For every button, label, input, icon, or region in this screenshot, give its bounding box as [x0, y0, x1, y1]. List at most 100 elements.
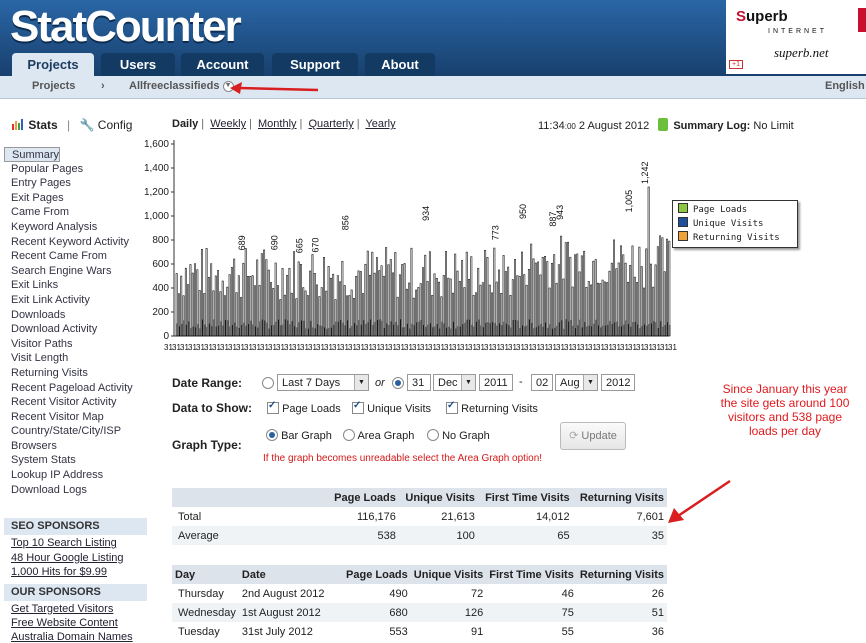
no-graph-radio[interactable]: No Graph	[427, 429, 490, 442]
bar	[434, 326, 436, 336]
bar	[427, 324, 429, 336]
page-loads-checkbox[interactable]: Page Loads	[267, 400, 341, 415]
cell: 55	[561, 625, 574, 638]
period-quarterly[interactable]: Quarterly	[308, 118, 353, 130]
table-row: Total 116,176 21,613 14,012 7,601	[172, 507, 667, 526]
area-graph-radio[interactable]: Area Graph	[343, 429, 414, 442]
bar	[410, 247, 413, 337]
y-tick-label: 1,200	[144, 187, 169, 198]
to-year-input[interactable]: 2012	[601, 374, 635, 391]
sidebar-item-exit-link-activity[interactable]: Exit Link Activity	[4, 293, 147, 308]
tab-about[interactable]: About	[365, 53, 435, 76]
sidebar-item-recent-pageload-activity[interactable]: Recent Pageload Activity	[4, 381, 147, 396]
sidebar-item-keyword-analysis[interactable]: Keyword Analysis	[4, 220, 147, 235]
our-sponsor-link[interactable]: Get Targeted Visitors	[11, 603, 113, 615]
to-month-select[interactable]: Aug ▼	[555, 374, 598, 391]
sidebar-item-lookup-ip-address[interactable]: Lookup IP Address	[4, 468, 147, 483]
sidebar-item-returning-visits[interactable]: Returning Visits	[4, 366, 147, 381]
project-name[interactable]: Allfreeclassifieds ▼	[129, 80, 234, 92]
bar	[347, 320, 348, 336]
sidebar-item-popular-pages[interactable]: Popular Pages	[4, 162, 147, 177]
sidebar-item-entry-pages[interactable]: Entry Pages	[4, 176, 147, 191]
custom-range-radio[interactable]	[392, 377, 404, 389]
bar	[537, 261, 540, 337]
tab-projects[interactable]: Projects	[12, 53, 94, 78]
visits-bar-chart: 1,600 1,400 1,200 1,000 800 600 400 200 0 1,242 1,…	[144, 139, 677, 352]
chevron-down-icon: ▼	[461, 375, 475, 390]
sidebar-item-visitor-paths[interactable]: Visitor Paths	[4, 337, 147, 352]
seo-sponsor-link[interactable]: 48 Hour Google Listing	[11, 552, 124, 564]
sidebar-item-recent-visitor-activity[interactable]: Recent Visitor Activity	[4, 395, 147, 410]
bar	[478, 319, 480, 336]
tab-users[interactable]: Users	[101, 53, 175, 76]
bar	[662, 326, 664, 336]
bar	[637, 324, 639, 336]
sidebar-item-browsers[interactable]: Browsers	[4, 439, 147, 454]
legend-swatch	[678, 231, 688, 241]
data-label: 1,242	[640, 161, 650, 184]
bar	[519, 327, 521, 336]
bar	[657, 327, 659, 336]
to-day-input[interactable]: 02	[531, 374, 553, 391]
sidebar-item-recent-visitor-map[interactable]: Recent Visitor Map	[4, 410, 147, 425]
sidebar-item-download-activity[interactable]: Download Activity	[4, 322, 147, 337]
superb-internet-ad[interactable]: Superb INTERNET superb.net +1	[726, 0, 866, 74]
from-year-input[interactable]: 2011	[479, 374, 513, 391]
from-month-select[interactable]: Dec ▼	[433, 374, 476, 391]
preset-range-select[interactable]: Last 7 Days ▼	[277, 374, 369, 391]
bar	[323, 257, 325, 337]
bar	[305, 328, 307, 336]
sidebar-item-downloads[interactable]: Downloads	[4, 308, 147, 323]
language-select[interactable]: English	[825, 80, 865, 92]
bar	[462, 324, 464, 336]
tab-account[interactable]: Account	[181, 53, 264, 76]
range-dash: -	[519, 376, 523, 388]
sidebar-item-download-logs[interactable]: Download Logs	[4, 483, 147, 498]
config-link[interactable]: Config	[98, 118, 133, 132]
bar	[669, 324, 671, 336]
bar	[280, 325, 282, 336]
cell: 31st July 2012	[241, 625, 313, 638]
sidebar-item-country-state-city-isp[interactable]: Country/State/City/ISP	[4, 424, 147, 439]
bar	[591, 326, 593, 336]
period-yearly[interactable]: Yearly	[365, 118, 395, 130]
bar	[382, 275, 385, 337]
bar-graph-radio[interactable]: Bar Graph	[266, 429, 332, 442]
sidebar-item-search-engine-wars[interactable]: Search Engine Wars	[4, 264, 147, 279]
breadcrumb-projects[interactable]: Projects	[32, 80, 75, 92]
sidebar-item-came-from[interactable]: Came From	[4, 205, 147, 220]
stats-link[interactable]: Stats	[28, 118, 57, 132]
period-monthly[interactable]: Monthly	[258, 118, 297, 130]
seo-sponsor-link[interactable]: 1,000 Hits for $9.99	[11, 566, 107, 578]
sidebar-item-system-stats[interactable]: System Stats	[4, 453, 147, 468]
sidebar-item-recent-keyword-activity[interactable]: Recent Keyword Activity	[4, 235, 147, 250]
sidebar-item-recent-came-from[interactable]: Recent Came From	[4, 249, 147, 264]
gplus-button[interactable]: +1	[729, 60, 743, 69]
from-day-input[interactable]: 31	[407, 374, 431, 391]
bar	[551, 328, 553, 336]
bar	[238, 327, 240, 336]
preset-range-radio[interactable]	[262, 377, 274, 389]
bar	[449, 278, 452, 337]
bar	[471, 324, 473, 336]
statcounter-logo[interactable]: StatCounter	[10, 2, 242, 52]
returning-visits-checkbox[interactable]: Returning Visits	[446, 400, 538, 415]
bar	[234, 322, 236, 336]
seo-sponsor-link[interactable]: Top 10 Search Listing	[11, 537, 117, 549]
unique-visits-checkbox[interactable]: Unique Visits	[352, 400, 431, 415]
bar	[620, 245, 622, 337]
period-weekly[interactable]: Weekly	[210, 118, 246, 130]
sidebar-item-exit-pages[interactable]: Exit Pages	[4, 191, 147, 206]
our-sponsors-heading: OUR SPONSORS	[4, 584, 147, 601]
sidebar-item-exit-links[interactable]: Exit Links	[4, 278, 147, 293]
our-sponsor-link[interactable]: Free Website Content	[11, 617, 118, 629]
sidebar-item-summary[interactable]: Summary	[4, 147, 61, 162]
update-button[interactable]: ⟳ Update	[560, 422, 626, 450]
bar	[432, 327, 434, 336]
our-sponsor-link[interactable]: Australia Domain Names	[11, 631, 133, 643]
project-breadcrumb-bar: Projects › Allfreeclassifieds ▼ English	[0, 76, 866, 99]
period-daily[interactable]: Daily	[172, 118, 198, 130]
tab-support[interactable]: Support	[272, 53, 358, 76]
bar	[307, 328, 309, 336]
sidebar-item-visit-length[interactable]: Visit Length	[4, 351, 147, 366]
